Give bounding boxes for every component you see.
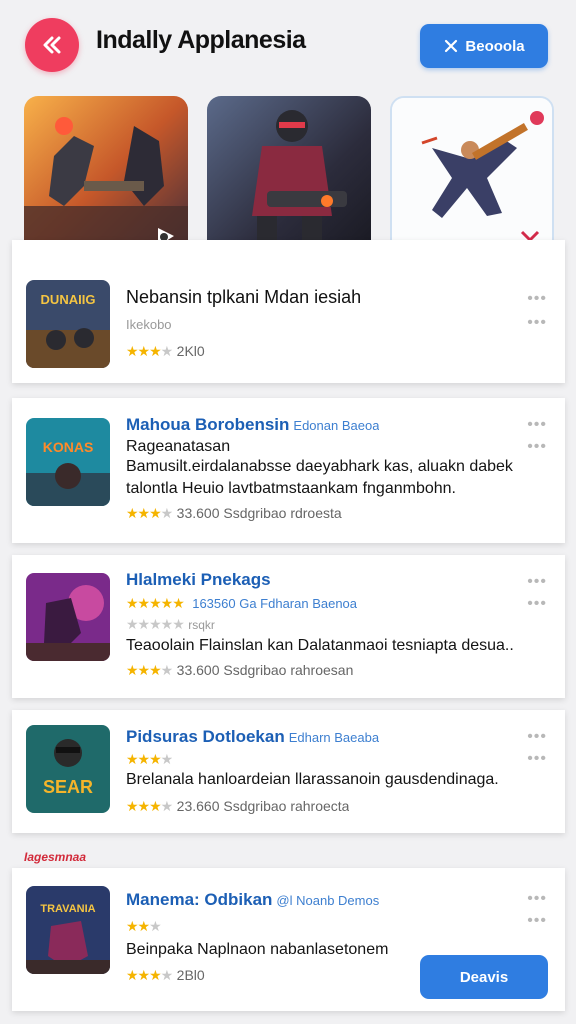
rating-row: ★★★★ [126, 751, 172, 769]
app-thumbnail: SEAR [26, 725, 110, 813]
app-title-row: Pidsuras Dotloekan Edharn Baeaba [126, 727, 379, 747]
app-thumbnail: KONAS [26, 418, 110, 506]
star-rating: ★★★★ [126, 343, 173, 359]
app-card-3[interactable]: Hlalmeki Pnekags ★★★★★ 163560 Ga Fdharan… [12, 555, 565, 698]
header: Indally Applanesia Beooola [0, 0, 576, 90]
more-options-icon[interactable]: ••• [527, 890, 547, 908]
app-developer[interactable]: @l Noanb Demos [276, 893, 379, 908]
app-title[interactable]: Mahoua Borobensin [126, 415, 289, 434]
thumbnail-label: DUNAIIG [41, 292, 96, 307]
more-options-icon[interactable]: ••• [527, 912, 547, 930]
app-card-5[interactable]: TRAVANIA Manema: Odbikan @l Noanb Demos ★… [12, 868, 565, 1011]
app-description-line-1: Brelanala hanloardeian llarassanoin gaus… [126, 771, 499, 788]
app-title[interactable]: Manema: Odbikan [126, 890, 272, 909]
app-card-4[interactable]: SEAR Pidsuras Dotloekan Edharn Baeaba ★★★… [12, 710, 565, 833]
rating-row: ★★★★ 23.660 Ssdgribao rahroecta [126, 798, 349, 816]
app-description-line-1: Teaoolain Flainslan kan Dalatanmaoi tesn… [126, 637, 514, 654]
app-thumbnail: TRAVANIA [26, 886, 110, 974]
header-action-button[interactable]: Beooola [420, 24, 548, 68]
star-rating: ★★★ [126, 918, 161, 934]
more-options-icon[interactable]: ••• [527, 438, 547, 456]
app-title[interactable]: Nebansin tplkani Mdan iesiah [126, 287, 361, 308]
featured-carousel [0, 96, 576, 260]
more-options-icon[interactable]: ••• [527, 314, 547, 332]
more-options-icon[interactable]: ••• [527, 750, 547, 768]
rating-row: ★★★★ 33.600 Ssdgribao rahroesan [126, 662, 353, 680]
app-description-line-2: talontla Heuio lavtbatmstaankam fnganmbo… [126, 480, 456, 497]
rating-count: 23.660 Ssdgribao rahroecta [176, 798, 350, 814]
rating-row: ★★★★★ rsqkr [126, 616, 215, 634]
rating-row: ★★★★ 2Bl0 [126, 967, 205, 985]
thumbnail-label: SEAR [43, 777, 93, 797]
more-options-icon[interactable]: ••• [527, 728, 547, 746]
header-action-label: Beooola [465, 37, 525, 55]
star-rating: ★★★★ [126, 798, 173, 814]
app-developer[interactable]: Edonan Baeoa [293, 418, 379, 433]
app-description-line-1: Beinpaka Naplnaon nabanlasetonem [126, 941, 389, 958]
app-thumbnail [26, 573, 110, 661]
rating-row: ★★★ [126, 918, 161, 936]
rating-count: 163560 Ga Fdharan Baenoa [192, 596, 358, 611]
star-rating: ★★★★ [126, 751, 173, 767]
star-rating: ★★★★★ [126, 616, 185, 632]
app-developer[interactable]: Edharn Baeaba [289, 730, 379, 745]
star-rating: ★★★★ [126, 967, 173, 983]
app-version: rsqkr [188, 618, 215, 632]
more-options-icon[interactable]: ••• [527, 290, 547, 308]
rating-count: 33.600 Ssdgribao rahroesan [176, 662, 354, 678]
featured-game-1[interactable] [24, 96, 188, 260]
app-developer: Ikekobo [126, 317, 172, 332]
featured-game-3[interactable] [390, 96, 554, 260]
section-label: Iagesmnaa [24, 850, 87, 864]
app-title[interactable]: Hlalmeki Pnekags [126, 570, 271, 590]
rating-count: 2Bl0 [176, 967, 205, 983]
featured-game-2[interactable] [207, 96, 371, 260]
back-button[interactable] [25, 18, 79, 72]
star-rating: ★★★★ [126, 505, 173, 521]
app-title[interactable]: Pidsuras Dotloekan [126, 727, 285, 746]
app-title-row: Mahoua Borobensin Edonan Baeoa [126, 415, 379, 435]
app-card-1[interactable]: DUNAIIG Nebansin tplkani Mdan iesiah Ike… [12, 240, 565, 383]
rating-count: 33.600 Ssdgribao rdroesta [176, 505, 342, 521]
thumbnail-label: TRAVANIA [40, 903, 95, 915]
more-options-icon[interactable]: ••• [527, 416, 547, 434]
chevron-left-icon [43, 36, 61, 54]
app-category: Rageanatasan [126, 438, 231, 455]
star-rating: ★★★★ [126, 662, 173, 678]
install-button[interactable]: Deavis [420, 955, 548, 999]
page-title: Indally Applanesia [96, 26, 306, 54]
app-card-2[interactable]: KONAS Mahoua Borobensin Edonan Baeoa Rage… [12, 398, 565, 543]
tool-icon [445, 39, 458, 53]
rating-count: 2Kl0 [176, 343, 205, 359]
star-rating: ★★★★★ [126, 595, 185, 611]
rating-row: ★★★★ 33.600 Ssdgribao rdroesta [126, 505, 342, 523]
rating-row: ★★★★ 2Kl0 [126, 343, 205, 361]
more-options-icon[interactable]: ••• [527, 595, 547, 613]
rating-row: ★★★★★ 163560 Ga Fdharan Baenoa [126, 595, 357, 613]
app-thumbnail: DUNAIIG [26, 280, 110, 368]
app-title-row: Manema: Odbikan @l Noanb Demos [126, 890, 379, 910]
app-description-line-1: Bamusilt.eirdalanabsse daeyabhark kas, a… [126, 458, 513, 475]
thumbnail-label: KONAS [43, 439, 94, 455]
more-options-icon[interactable]: ••• [527, 573, 547, 591]
